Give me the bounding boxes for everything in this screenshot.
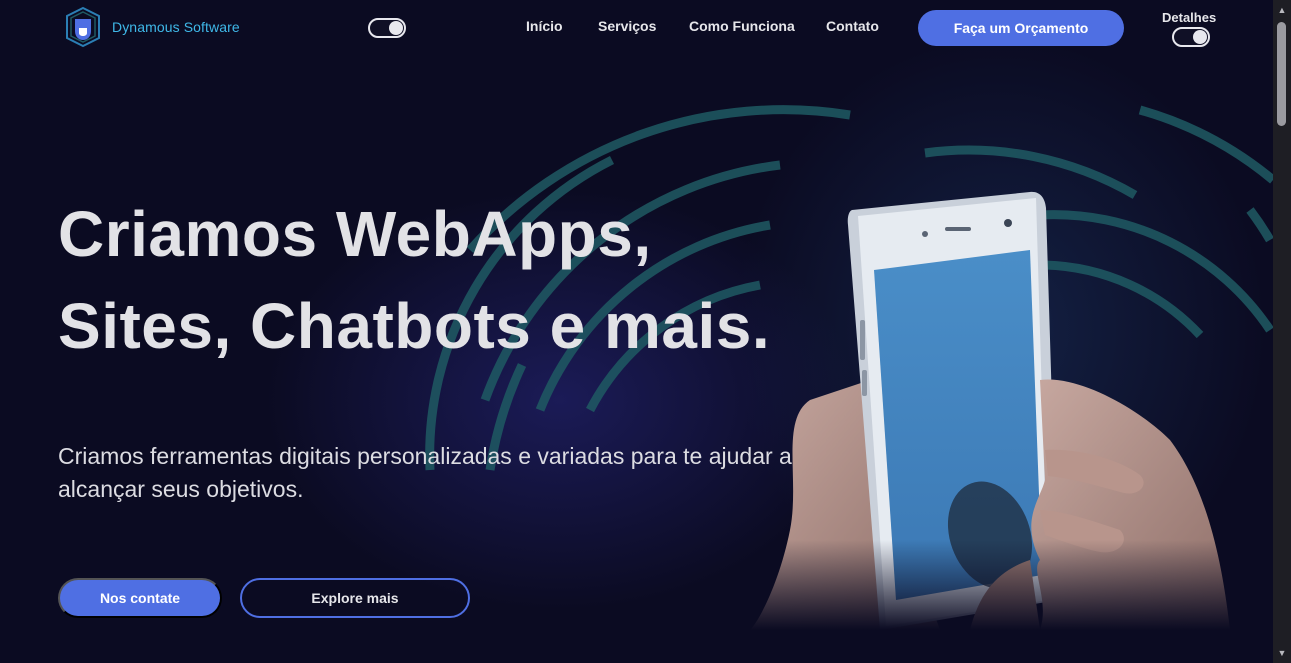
top-navbar: Dynamous Software Início Serviços Como F… [0,0,1273,56]
chevron-down-icon[interactable]: ▼ [1273,645,1291,661]
hero-title-line-2: Sites, Chatbots e mais. [58,290,771,362]
details-label: Detalhes [1162,10,1217,25]
brand[interactable]: Dynamous Software [64,6,240,48]
explore-more-button[interactable]: Explore mais [240,578,470,618]
nav-link-como-funciona[interactable]: Como Funciona [689,18,795,34]
quote-button[interactable]: Faça um Orçamento [918,10,1124,46]
theme-toggle[interactable] [368,18,406,38]
hero-subtitle: Criamos ferramentas digitais personaliza… [58,443,792,502]
toggle-knob [389,21,403,35]
contact-us-button[interactable]: Nos contate [58,578,222,618]
details-toggle[interactable] [1172,27,1210,47]
nav-link-contato[interactable]: Contato [826,18,879,34]
phone-hand-illustration [740,180,1260,630]
hero-title: Criamos WebApps, Sites, Chatbots e mais. [58,188,818,372]
dynamous-logo-icon [66,6,100,48]
toggle-knob [1193,30,1207,44]
chevron-up-icon[interactable]: ▲ [1273,2,1291,18]
brand-name: Dynamous Software [112,19,240,35]
page-scrollbar[interactable]: ▲ ▼ [1273,0,1291,663]
nav-link-servicos[interactable]: Serviços [598,18,656,34]
hero-title-line-1: Criamos WebApps, [58,198,652,270]
scrollbar-thumb[interactable] [1277,22,1286,126]
nav-link-inicio[interactable]: Início [526,18,563,34]
